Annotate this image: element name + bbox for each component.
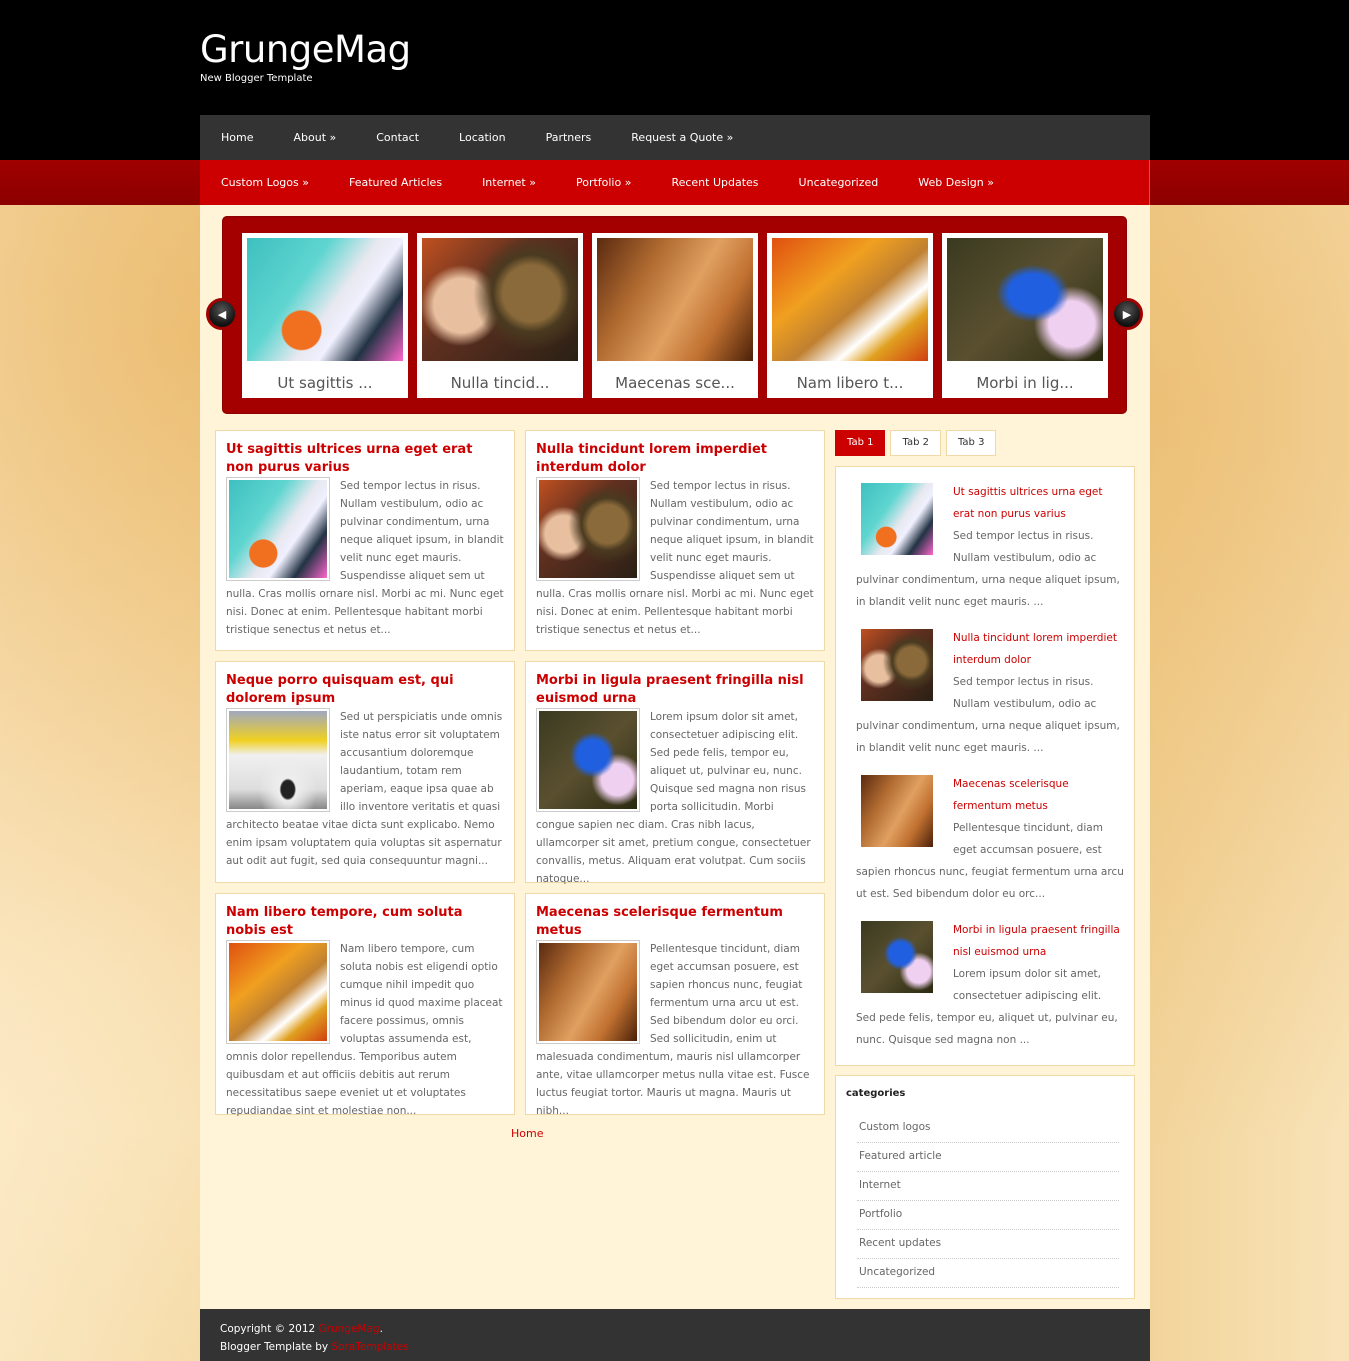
tab-2[interactable]: Tab 2 — [890, 430, 941, 456]
sidebar-tabs: Tab 1 Tab 2 Tab 3 — [835, 430, 997, 456]
post-thumbnail[interactable] — [226, 477, 330, 581]
category-item: Custom logos — [857, 1114, 1119, 1143]
tab-post-item: Maecenas scelerisque fermentum metus Pel… — [856, 773, 1124, 905]
post-card: Morbi in ligula praesent fringilla nisl … — [525, 661, 825, 885]
slide-caption[interactable]: Maecenas sce... — [597, 374, 753, 392]
post-card: Nulla tincidunt lorem imperdiet interdum… — [525, 430, 825, 651]
slide[interactable]: Maecenas sce... — [592, 233, 758, 398]
tab-post-thumbnail[interactable] — [861, 483, 933, 555]
post-title[interactable]: Ut sagittis ultrices urna eget erat non … — [226, 441, 504, 477]
category-item: Uncategorized — [857, 1259, 1119, 1288]
slide[interactable]: Nam libero t... — [767, 233, 933, 398]
slide-caption[interactable]: Nam libero t... — [772, 374, 928, 392]
post-title[interactable]: Nulla tincidunt lorem imperdiet interdum… — [536, 441, 814, 477]
post-title[interactable]: Neque porro quisquam est, qui dolorem ip… — [226, 672, 504, 708]
categories-title: categories — [846, 1088, 906, 1099]
slider-prev-button[interactable]: ◀ — [206, 298, 238, 330]
category-item: Recent updates — [857, 1230, 1119, 1259]
site-logo[interactable]: GrungeMag — [200, 28, 411, 71]
pager-home-link[interactable]: Home — [511, 1127, 543, 1140]
post-title[interactable]: Maecenas scelerisque fermentum metus — [536, 904, 814, 940]
triangle-left-icon: ◀ — [217, 307, 227, 321]
copyright-line: Copyright © 2012 GrungeMag. — [220, 1320, 1130, 1338]
nav-item-location[interactable]: Location — [459, 131, 506, 144]
footer-credit-link[interactable]: SoraTemplates — [331, 1341, 408, 1353]
tab-post-thumbnail[interactable] — [861, 775, 933, 847]
post-card: Ut sagittis ultrices urna eget erat non … — [215, 430, 515, 651]
slide[interactable]: Morbi in lig... — [942, 233, 1108, 398]
tab-post-item: Nulla tincidunt lorem imperdiet interdum… — [856, 627, 1124, 759]
primary-nav: Home About » Contact Location Partners R… — [200, 115, 1150, 160]
cat-nav-web-design[interactable]: Web Design » — [918, 176, 994, 189]
cat-nav-custom-logos[interactable]: Custom Logos » — [221, 176, 309, 189]
slide-caption[interactable]: Nulla tincid... — [422, 374, 578, 392]
post-thumbnail[interactable] — [536, 708, 640, 812]
tab-post-thumbnail[interactable] — [861, 921, 933, 993]
nav-item-request-quote[interactable]: Request a Quote » — [631, 131, 733, 144]
categories-widget: categories Custom logos Featured article… — [835, 1075, 1135, 1299]
post-title[interactable]: Nam libero tempore, cum soluta nobis est — [226, 904, 504, 940]
nav-item-partners[interactable]: Partners — [546, 131, 592, 144]
footer-site-link[interactable]: GrungeMag — [319, 1323, 380, 1335]
featured-slider: Ut sagittis ... Nulla tincid... Maecenas… — [222, 216, 1127, 414]
category-item: Internet — [857, 1172, 1119, 1201]
tab-post-item: Ut sagittis ultrices urna eget erat non … — [856, 481, 1124, 613]
slide-image[interactable] — [597, 238, 753, 361]
category-link-internet[interactable]: Internet — [859, 1179, 901, 1191]
triangle-right-icon: ▶ — [1122, 307, 1132, 321]
tab-1[interactable]: Tab 1 — [835, 430, 886, 456]
tab-3[interactable]: Tab 3 — [945, 430, 997, 456]
post-thumbnail[interactable] — [226, 708, 330, 812]
slide-image[interactable] — [247, 238, 403, 361]
category-nav: Custom Logos » Featured Articles Interne… — [200, 160, 1150, 205]
tab-panel: Ut sagittis ultrices urna eget erat non … — [835, 466, 1135, 1066]
credit-line: Blogger Template by SoraTemplates — [220, 1338, 1130, 1356]
copyright-text: Copyright © 2012 — [220, 1323, 319, 1335]
post-thumbnail[interactable] — [226, 940, 330, 1044]
nav-item-about[interactable]: About » — [293, 131, 336, 144]
post-card: Nam libero tempore, cum soluta nobis est… — [215, 893, 515, 1117]
category-link-portfolio[interactable]: Portfolio — [859, 1208, 902, 1220]
category-link-uncategorized[interactable]: Uncategorized — [859, 1266, 935, 1278]
tab-post-item: Morbi in ligula praesent fringilla nisl … — [856, 919, 1124, 1051]
slider-next-button[interactable]: ▶ — [1111, 298, 1143, 330]
post-title[interactable]: Morbi in ligula praesent fringilla nisl … — [536, 672, 814, 708]
category-item: Featured article — [857, 1143, 1119, 1172]
cat-nav-internet[interactable]: Internet » — [482, 176, 536, 189]
category-link-featured-article[interactable]: Featured article — [859, 1150, 942, 1162]
cat-nav-featured-articles[interactable]: Featured Articles — [349, 176, 442, 189]
tab-post-thumbnail[interactable] — [861, 629, 933, 701]
page-wrapper: GrungeMag New Blogger Template Home Abou… — [200, 0, 1150, 1361]
category-item: Portfolio — [857, 1201, 1119, 1230]
category-link-recent-updates[interactable]: Recent updates — [859, 1237, 941, 1249]
cat-nav-recent-updates[interactable]: Recent Updates — [671, 176, 758, 189]
credit-text: Blogger Template by — [220, 1341, 332, 1353]
categories-list: Custom logos Featured article Internet P… — [857, 1114, 1119, 1288]
post-thumbnail[interactable] — [536, 477, 640, 581]
slide-image[interactable] — [422, 238, 578, 361]
slide[interactable]: Ut sagittis ... — [242, 233, 408, 398]
category-link-custom-logos[interactable]: Custom logos — [859, 1121, 930, 1133]
slide-caption[interactable]: Ut sagittis ... — [247, 374, 403, 392]
footer: Copyright © 2012 GrungeMag. Blogger Temp… — [200, 1309, 1150, 1361]
slide-caption[interactable]: Morbi in lig... — [947, 374, 1103, 392]
nav-item-home[interactable]: Home — [221, 131, 253, 144]
post-card: Neque porro quisquam est, qui dolorem ip… — [215, 661, 515, 883]
copyright-suffix: . — [379, 1323, 383, 1335]
cat-nav-portfolio[interactable]: Portfolio » — [576, 176, 631, 189]
site-tagline: New Blogger Template — [200, 73, 313, 84]
slide-image[interactable] — [947, 238, 1103, 361]
slide[interactable]: Nulla tincid... — [417, 233, 583, 398]
nav-item-contact[interactable]: Contact — [376, 131, 419, 144]
post-card: Maecenas scelerisque fermentum metus Pel… — [525, 893, 825, 1117]
cat-nav-uncategorized[interactable]: Uncategorized — [799, 176, 879, 189]
slide-image[interactable] — [772, 238, 928, 361]
post-thumbnail[interactable] — [536, 940, 640, 1044]
